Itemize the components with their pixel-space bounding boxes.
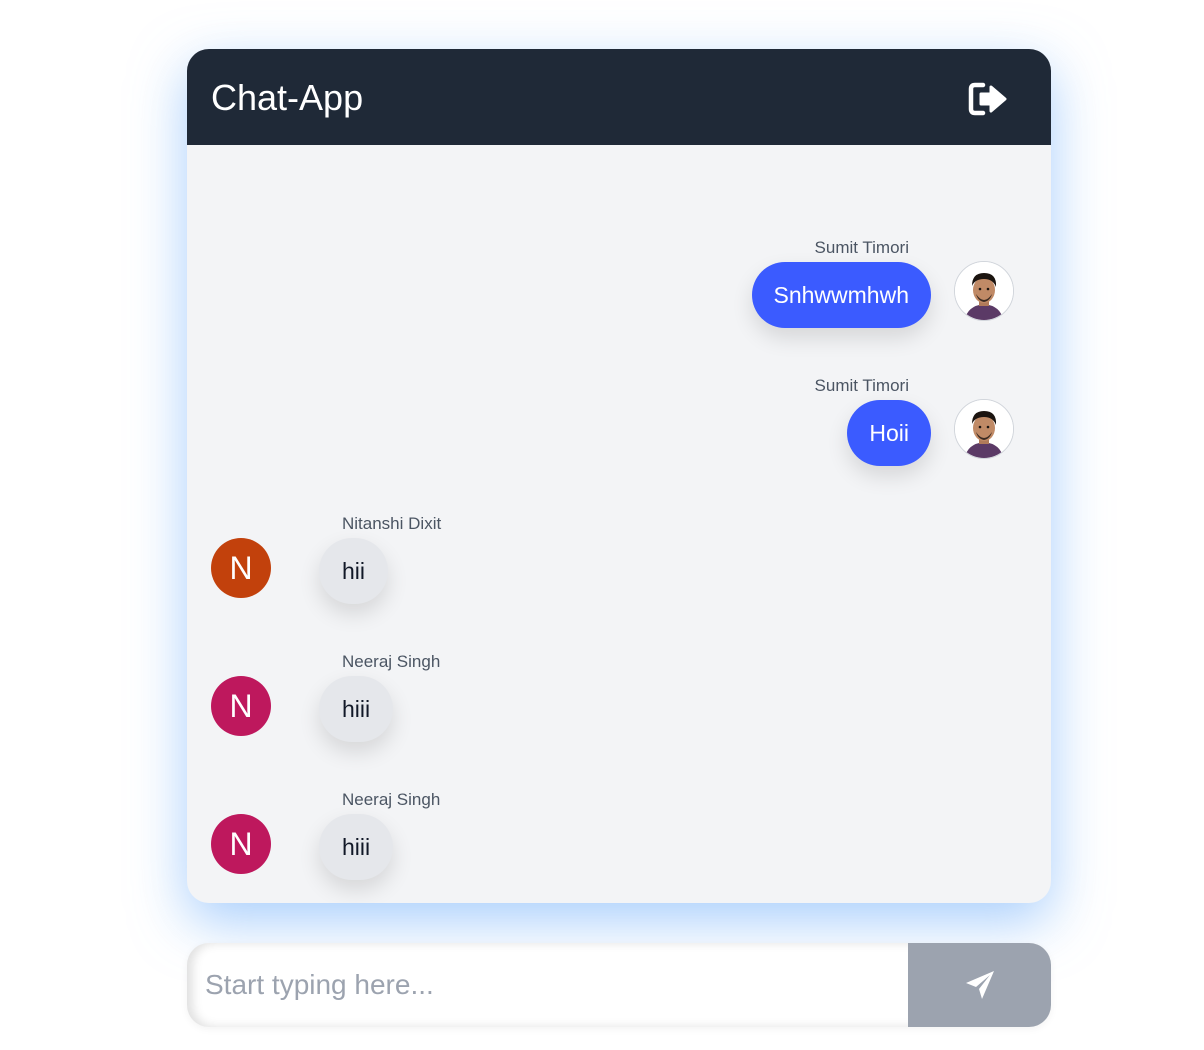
send-icon <box>966 971 994 999</box>
sender-name: Sumit Timori <box>814 238 909 257</box>
avatar: N <box>211 814 271 874</box>
sender-name: Nitanshi Dixit <box>342 514 442 533</box>
chat-header: Chat-App <box>187 49 1051 145</box>
app-title: Chat-App <box>211 77 364 118</box>
message-item: Neeraj Singh N hiii <box>187 559 1051 742</box>
logout-button[interactable] <box>967 79 1013 119</box>
sender-name: Neeraj Singh <box>342 790 441 809</box>
message-item: Sumit Timori Snhwwmhwh <box>187 145 1051 328</box>
message-input[interactable] <box>187 943 908 1027</box>
message-item: Neeraj Singh N hiii <box>187 697 1051 880</box>
message-item: Nitanshi Dixit N hii <box>187 421 1051 604</box>
sender-name: Sumit Timori <box>814 376 909 395</box>
message-composer <box>187 943 1051 1027</box>
send-button[interactable] <box>908 943 1051 1027</box>
sender-name: Neeraj Singh <box>342 652 441 671</box>
logout-icon <box>968 82 1007 116</box>
message-item: Sumit Timori Hoii <box>187 283 1051 466</box>
message-bubble: hiii <box>319 814 394 880</box>
chat-window: Chat-App Sumit Timori Snhwwmhwh Sumit Ti… <box>187 49 1051 903</box>
message-list: Sumit Timori Snhwwmhwh Sumit Timori Hoii <box>187 145 1051 903</box>
